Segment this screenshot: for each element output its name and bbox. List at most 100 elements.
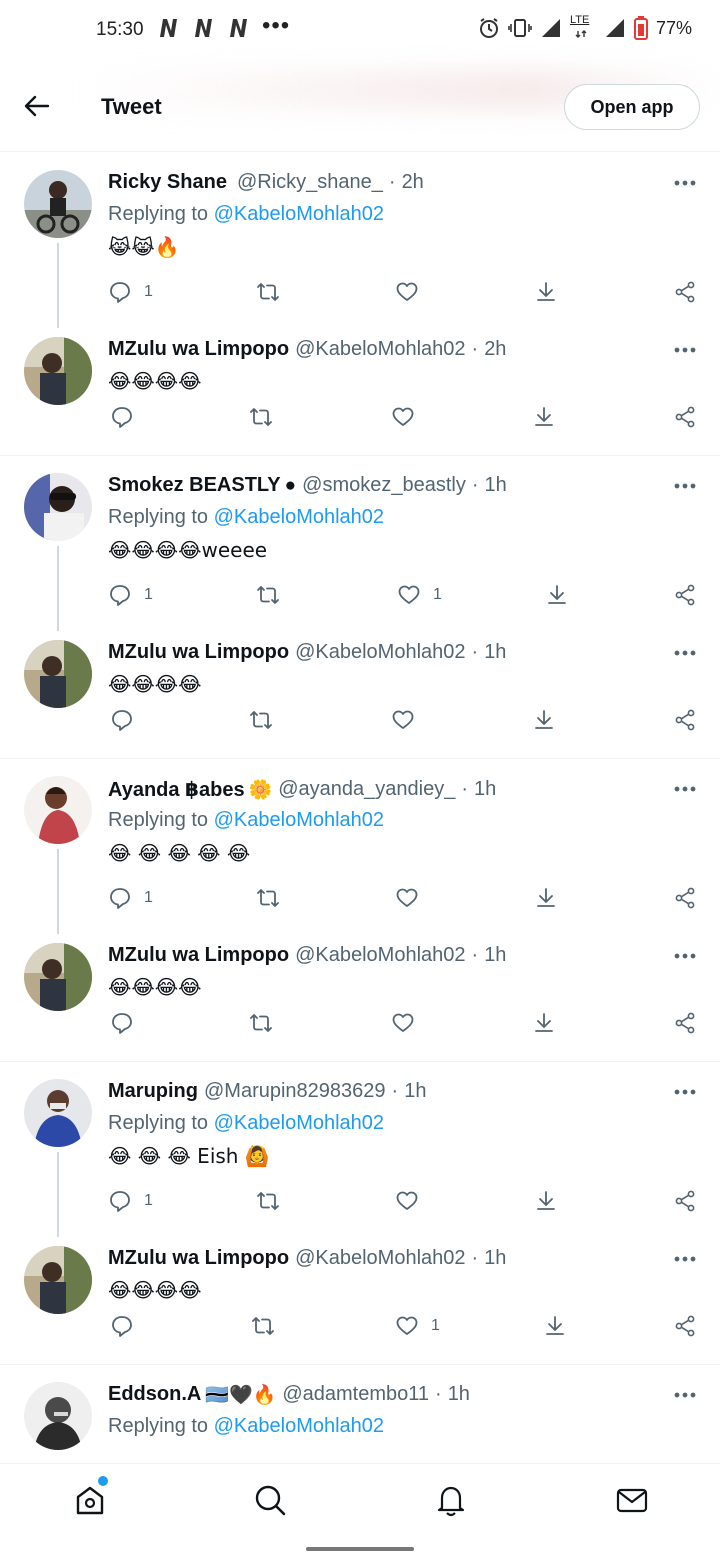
retweet-button[interactable] <box>256 1186 280 1216</box>
like-button[interactable] <box>391 705 415 735</box>
user-handle[interactable]: @adamtembo11 <box>282 1383 429 1406</box>
share-button[interactable] <box>673 277 697 307</box>
reply-button[interactable] <box>110 1311 134 1341</box>
avatar[interactable] <box>24 776 92 844</box>
display-name[interactable]: Smokez BEASTLY <box>108 474 281 497</box>
avatar[interactable] <box>24 473 92 541</box>
avatar[interactable] <box>24 1382 92 1450</box>
tweet-item[interactable]: Maruping @Marupin82983629 · 1h Replying … <box>0 1062 720 1237</box>
gesture-navigation-bar[interactable] <box>306 1547 414 1551</box>
more-options-icon[interactable] <box>671 779 699 799</box>
retweet-button[interactable] <box>249 402 273 432</box>
display-name[interactable]: MZulu wa Limpopo <box>108 338 289 361</box>
more-options-icon[interactable] <box>671 946 699 966</box>
tweet-item[interactable]: MZulu wa Limpopo @KabeloMohlah02 · 1h 😂😂… <box>0 623 720 758</box>
avatar[interactable] <box>24 1079 92 1147</box>
avatar[interactable] <box>24 943 92 1011</box>
user-handle[interactable]: @KabeloMohlah02 <box>295 944 465 967</box>
reply-button[interactable] <box>110 1008 134 1038</box>
download-button[interactable] <box>545 580 569 610</box>
open-app-button[interactable]: Open app <box>564 84 700 130</box>
user-handle[interactable]: @ayanda_yandiey_ <box>278 778 455 801</box>
like-button[interactable]: 1 <box>397 580 442 610</box>
mention-link[interactable]: @KabeloMohlah02 <box>214 809 384 831</box>
retweet-button[interactable] <box>249 705 273 735</box>
display-name[interactable]: Ayanda ฿abes <box>108 777 245 802</box>
display-name[interactable]: MZulu wa Limpopo <box>108 641 289 664</box>
retweet-button[interactable] <box>249 1008 273 1038</box>
avatar[interactable] <box>24 337 92 405</box>
like-button[interactable] <box>391 1008 415 1038</box>
tweet-time[interactable]: 1h <box>485 474 507 497</box>
tweet-time[interactable]: 1h <box>484 641 506 664</box>
more-options-icon[interactable] <box>671 1082 699 1102</box>
tweet-time[interactable]: 1h <box>474 778 496 801</box>
user-handle[interactable]: @KabeloMohlah02 <box>295 641 465 664</box>
reply-button[interactable]: 1 <box>108 580 153 610</box>
download-button[interactable] <box>543 1311 567 1341</box>
tweet-time[interactable]: 1h <box>404 1080 426 1103</box>
display-name[interactable]: MZulu wa Limpopo <box>108 1247 289 1270</box>
more-options-icon[interactable] <box>671 1385 699 1405</box>
user-handle[interactable]: @Ricky_shane_ <box>237 171 383 194</box>
tweet-item[interactable]: Smokez BEASTLY ● @smokez_beastly · 1h Re… <box>0 456 720 631</box>
download-button[interactable] <box>534 1186 558 1216</box>
like-button[interactable] <box>391 402 415 432</box>
retweet-button[interactable] <box>256 883 280 913</box>
download-button[interactable] <box>534 883 558 913</box>
more-options-icon[interactable] <box>671 340 699 360</box>
display-name[interactable]: Ricky Shane <box>108 171 227 194</box>
like-button[interactable] <box>395 883 419 913</box>
user-handle[interactable]: @smokez_beastly <box>302 474 466 497</box>
user-handle[interactable]: @KabeloMohlah02 <box>295 338 465 361</box>
home-icon[interactable] <box>72 1482 108 1518</box>
messages-envelope-icon[interactable] <box>614 1482 650 1518</box>
retweet-button[interactable] <box>251 1311 275 1341</box>
share-button[interactable] <box>673 1311 697 1341</box>
share-button[interactable] <box>673 883 697 913</box>
more-options-icon[interactable] <box>671 1249 699 1269</box>
mention-link[interactable]: @KabeloMohlah02 <box>214 506 384 528</box>
tweet-item[interactable]: MZulu wa Limpopo @KabeloMohlah02 · 1h 😂😂… <box>0 926 720 1061</box>
user-handle[interactable]: @KabeloMohlah02 <box>295 1247 465 1270</box>
mention-link[interactable]: @KabeloMohlah02 <box>214 1415 384 1437</box>
tweet-item[interactable]: MZulu wa Limpopo @KabeloMohlah02 · 1h 😂😂… <box>0 1229 720 1364</box>
download-button[interactable] <box>534 277 558 307</box>
like-button[interactable] <box>395 1186 419 1216</box>
tweet-item[interactable]: MZulu wa Limpopo @KabeloMohlah02 · 2h 😂😂… <box>0 320 720 455</box>
display-name[interactable]: Eddson.A <box>108 1383 201 1406</box>
tweet-item[interactable]: Ricky Shane @Ricky_shane_ · 2h Replying … <box>0 153 720 328</box>
retweet-button[interactable] <box>256 277 280 307</box>
like-button[interactable] <box>395 277 431 307</box>
avatar[interactable] <box>24 640 92 708</box>
display-name[interactable]: Maruping <box>108 1080 198 1103</box>
more-options-icon[interactable] <box>671 476 699 496</box>
more-options-icon[interactable] <box>671 643 699 663</box>
reply-button[interactable]: 1 <box>108 277 153 307</box>
user-handle[interactable]: @Marupin82983629 <box>204 1080 386 1103</box>
avatar[interactable] <box>24 170 92 238</box>
display-name[interactable]: MZulu wa Limpopo <box>108 944 289 967</box>
tweet-item[interactable]: Ayanda ฿abes 🌼 @ayanda_yandiey_ · 1h Rep… <box>0 759 720 934</box>
tweet-time[interactable]: 1h <box>484 944 506 967</box>
mention-link[interactable]: @KabeloMohlah02 <box>214 1112 384 1134</box>
reply-button[interactable] <box>110 402 134 432</box>
download-button[interactable] <box>532 1008 556 1038</box>
share-button[interactable] <box>673 580 697 610</box>
retweet-button[interactable] <box>256 580 280 610</box>
tweet-time[interactable]: 2h <box>484 338 506 361</box>
share-button[interactable] <box>673 705 697 735</box>
more-options-icon[interactable] <box>671 173 699 193</box>
tweet-time[interactable]: 2h <box>402 171 424 194</box>
share-button[interactable] <box>673 1186 697 1216</box>
like-button[interactable]: 1 <box>395 1311 440 1341</box>
reply-button[interactable] <box>110 705 134 735</box>
mention-link[interactable]: @KabeloMohlah02 <box>214 203 384 225</box>
tweet-time[interactable]: 1h <box>448 1383 470 1406</box>
reply-button[interactable]: 1 <box>108 1186 153 1216</box>
notifications-bell-icon[interactable] <box>433 1482 469 1518</box>
download-button[interactable] <box>532 705 556 735</box>
download-button[interactable] <box>532 402 556 432</box>
share-button[interactable] <box>673 1008 697 1038</box>
search-icon[interactable] <box>252 1482 288 1518</box>
